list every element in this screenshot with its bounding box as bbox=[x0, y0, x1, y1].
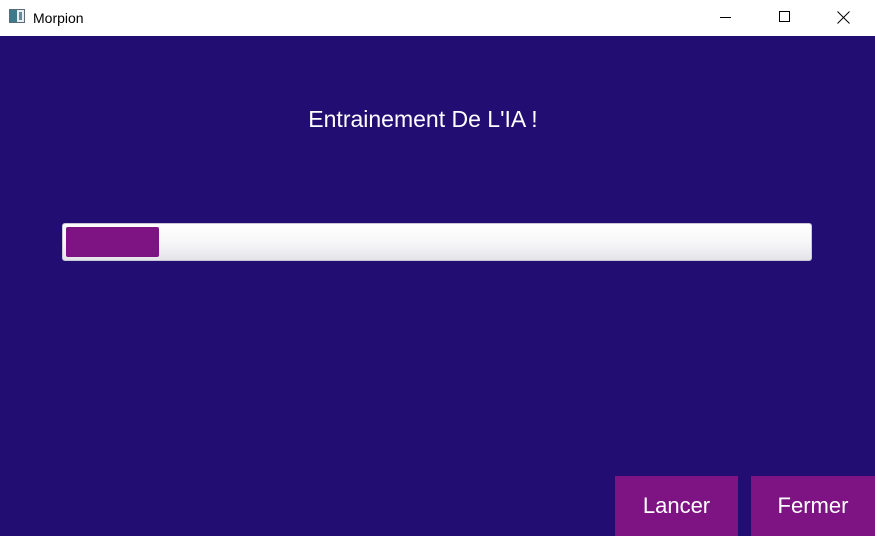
app-window: Morpion Entrainement De L'IA ! Lancer Fe… bbox=[0, 0, 875, 536]
main-panel: Entrainement De L'IA ! Lancer Fermer bbox=[0, 36, 875, 536]
window-title: Morpion bbox=[33, 10, 84, 26]
training-progress-bar bbox=[62, 223, 812, 261]
minimize-button[interactable] bbox=[703, 0, 749, 36]
maximize-button[interactable] bbox=[762, 0, 808, 36]
close-icon bbox=[837, 11, 850, 24]
launch-button[interactable]: Lancer bbox=[615, 476, 738, 536]
close-window-button[interactable] bbox=[821, 0, 867, 36]
app-window-icon bbox=[9, 9, 25, 23]
title-bar[interactable]: Morpion bbox=[0, 0, 875, 36]
page-title: Entrainement De L'IA ! bbox=[308, 106, 538, 132]
progress-fill bbox=[66, 227, 159, 257]
close-button[interactable]: Fermer bbox=[751, 476, 875, 536]
